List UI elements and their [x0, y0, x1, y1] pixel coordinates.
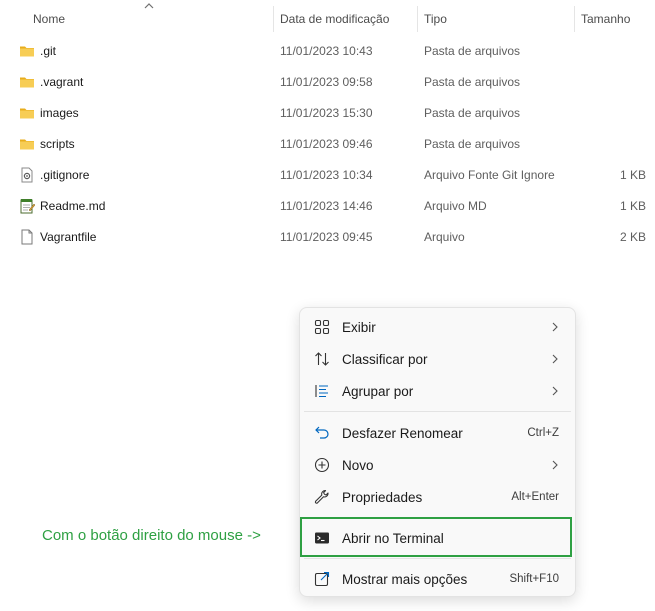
- menu-item-agrupar-por[interactable]: Agrupar por: [300, 375, 575, 407]
- file-name: images: [40, 106, 79, 120]
- grid-view-icon: [314, 319, 330, 335]
- annotation-text: Com o botão direito do mouse ->: [42, 527, 261, 544]
- column-name[interactable]: Nome: [33, 12, 65, 26]
- shortcut-label: Ctrl+Z: [527, 427, 559, 439]
- menu-item-label: Mostrar mais opções: [342, 572, 468, 587]
- file-row[interactable]: Vagrantfile 11/01/2023 09:45 Arquivo 2 K…: [0, 222, 655, 253]
- menu-item-classificar-por[interactable]: Classificar por: [300, 343, 575, 375]
- group-list-icon: [315, 385, 328, 398]
- menu-item-exibir[interactable]: Exibir: [300, 311, 575, 343]
- sort-icon: [315, 352, 329, 366]
- file-size: 2 KB: [619, 230, 646, 244]
- file-date: 11/01/2023 15:30: [280, 106, 373, 120]
- menu-item-desfazer-renomear[interactable]: Desfazer Renomear Ctrl+Z: [300, 417, 575, 449]
- blank-file-icon: [21, 229, 33, 245]
- folder-icon: [20, 139, 34, 150]
- folder-icon: [20, 46, 34, 57]
- config-file-icon: [21, 167, 33, 183]
- file-type: Arquivo MD: [424, 199, 487, 213]
- menu-item-label: Novo: [342, 458, 374, 473]
- column-size[interactable]: Tamanho: [581, 12, 630, 26]
- shortcut-label: Shift+F10: [509, 573, 559, 585]
- file-size: 1 KB: [619, 199, 646, 213]
- file-row[interactable]: .gitignore 11/01/2023 10:34 Arquivo Font…: [0, 160, 655, 191]
- chevron-right-icon: [552, 460, 558, 470]
- new-plus-icon: [314, 457, 330, 473]
- column-divider[interactable]: [574, 6, 575, 32]
- menu-item-mostrar-mais-opcoes[interactable]: Mostrar mais opções Shift+F10: [300, 563, 575, 595]
- file-row[interactable]: images 11/01/2023 15:30 Pasta de arquivo…: [0, 98, 655, 129]
- folder-icon: [20, 77, 34, 88]
- sort-ascending-icon: [144, 3, 154, 9]
- file-date: 11/01/2023 09:46: [280, 137, 373, 151]
- highlight-box: [300, 517, 572, 557]
- file-date: 11/01/2023 10:43: [280, 44, 373, 58]
- file-name: Readme.md: [40, 199, 106, 213]
- undo-icon: [315, 426, 329, 439]
- chevron-right-icon: [552, 322, 558, 332]
- file-row[interactable]: scripts 11/01/2023 09:46 Pasta de arquiv…: [0, 129, 655, 160]
- menu-item-label: Desfazer Renomear: [342, 426, 463, 441]
- file-date: 11/01/2023 09:58: [280, 75, 373, 89]
- file-name: .vagrant: [40, 75, 84, 89]
- chevron-right-icon: [552, 386, 558, 396]
- file-type: Pasta de arquivos: [424, 75, 521, 89]
- folder-icon: [20, 108, 34, 119]
- file-name: .git: [40, 44, 57, 58]
- menu-separator: [304, 558, 571, 559]
- column-divider[interactable]: [273, 6, 274, 32]
- wrench-icon: [314, 490, 329, 504]
- file-type: Pasta de arquivos: [424, 106, 521, 120]
- column-date[interactable]: Data de modificação: [280, 12, 389, 26]
- file-row[interactable]: .vagrant 11/01/2023 09:58 Pasta de arqui…: [0, 67, 655, 98]
- menu-item-novo[interactable]: Novo: [300, 449, 575, 481]
- file-name: .gitignore: [40, 168, 90, 182]
- file-size: 1 KB: [619, 168, 646, 182]
- menu-item-propriedades[interactable]: Propriedades Alt+Enter: [300, 481, 575, 513]
- more-options-icon: [314, 571, 330, 587]
- column-header: Nome Data de modificação Tipo Tamanho: [0, 0, 655, 38]
- file-row[interactable]: .git 11/01/2023 10:43 Pasta de arquivos: [0, 36, 655, 67]
- file-type: Arquivo Fonte Git Ignore: [424, 168, 555, 182]
- notepad-file-icon: [20, 199, 35, 214]
- column-type[interactable]: Tipo: [424, 12, 447, 26]
- file-name: Vagrantfile: [40, 230, 97, 244]
- menu-item-label: Classificar por: [342, 352, 428, 367]
- menu-item-label: Exibir: [342, 320, 376, 335]
- file-row[interactable]: Readme.md 11/01/2023 14:46 Arquivo MD 1 …: [0, 191, 655, 222]
- file-type: Pasta de arquivos: [424, 44, 521, 58]
- column-divider[interactable]: [417, 6, 418, 32]
- file-name: scripts: [40, 137, 75, 151]
- shortcut-label: Alt+Enter: [511, 491, 559, 503]
- file-type: Arquivo: [424, 230, 465, 244]
- menu-item-label: Propriedades: [342, 490, 423, 505]
- file-date: 11/01/2023 14:46: [280, 199, 373, 213]
- chevron-right-icon: [552, 354, 558, 364]
- menu-item-label: Agrupar por: [342, 384, 414, 399]
- file-date: 11/01/2023 10:34: [280, 168, 373, 182]
- file-date: 11/01/2023 09:45: [280, 230, 373, 244]
- file-type: Pasta de arquivos: [424, 137, 521, 151]
- menu-separator: [304, 411, 571, 412]
